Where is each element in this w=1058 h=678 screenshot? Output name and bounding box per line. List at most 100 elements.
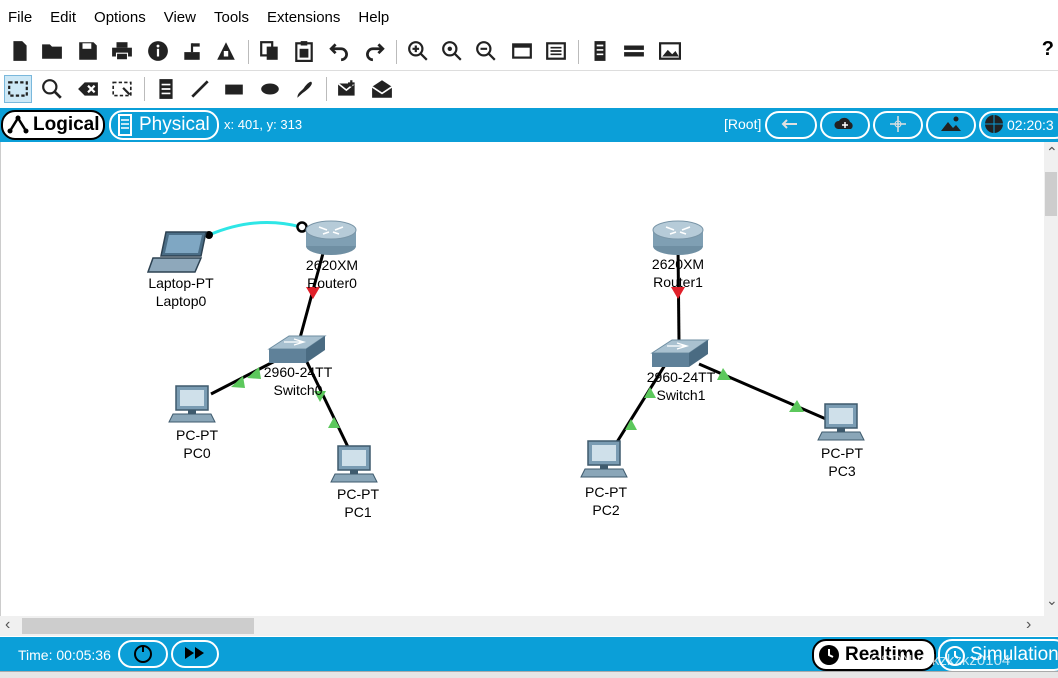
device-name: PC0 [183,445,211,461]
pc-icon[interactable] [168,385,216,423]
draw-line-icon[interactable] [186,75,214,103]
link-light-up [789,400,804,412]
vertical-scrollbar[interactable]: ⌃ ⌄ [1044,142,1058,616]
cloud-add-icon [833,114,857,137]
resize-shape-icon[interactable] [108,75,136,103]
tab-physical[interactable]: Physical [109,110,219,140]
menu-bar: File Edit Options View Tools Extensions … [0,0,1058,34]
pc-icon[interactable] [817,403,865,441]
zoom-in-icon[interactable] [404,37,432,65]
help-button[interactable]: ? [1042,38,1054,61]
new-file-icon[interactable] [6,37,34,65]
place-note-icon[interactable] [152,75,180,103]
device-model: 2960-24TT [646,369,716,385]
topology-diagram [146,220,865,483]
device-label-router1: 2620XM Router1 [652,255,704,291]
tab-logical[interactable]: Logical [1,110,105,140]
device-name: Laptop0 [155,293,207,309]
pc-icon[interactable] [580,440,628,478]
redo-icon[interactable] [360,37,388,65]
menu-edit[interactable]: Edit [50,9,76,26]
vertical-scroll-thumb[interactable] [1045,172,1057,216]
open-folder-icon[interactable] [38,37,66,65]
logical-workspace-canvas[interactable]: Laptop-PT Laptop0 2620XM Router0 2960-24… [0,142,1044,616]
tab-logical-label: Logical [33,114,100,135]
device-name: Router1 [653,274,703,290]
fast-forward-icon [184,646,206,663]
copy-icon[interactable] [256,37,284,65]
menu-tools[interactable]: Tools [214,9,249,26]
physical-workspace-icon [117,114,133,136]
router-icon[interactable] [652,220,704,255]
device-model: 2620XM [305,257,359,273]
pc-icon[interactable] [330,445,378,483]
menu-file[interactable]: File [8,9,32,26]
physical-view-image-icon[interactable] [656,37,684,65]
print-icon[interactable] [108,37,136,65]
power-cycle-icon [132,642,154,667]
horizontal-scrollbar[interactable]: ‹ › [0,616,1044,636]
select-icon[interactable] [4,75,32,103]
device-name: Switch1 [656,387,706,403]
realtime-clock-icon [818,644,840,666]
move-object-button[interactable] [873,111,923,139]
device-model: 2620XM [651,256,705,272]
scroll-down-icon[interactable]: ⌄ [1046,592,1058,609]
simulation-time: Time: 00:05:36 [18,647,111,663]
activity-wizard-icon[interactable] [212,37,240,65]
device-model: PC-PT [176,427,218,443]
workspace-mode-bar: Logical Physical x: 401, y: 313 [Root] 0… [0,108,1058,142]
device-template-icon[interactable] [620,37,648,65]
custom-device-dialog-icon[interactable] [542,37,570,65]
device-label-switch0: 2960-24TT Switch0 [264,363,332,399]
add-complex-pdu-icon[interactable] [368,75,396,103]
undo-icon[interactable] [326,37,354,65]
cluster-icon[interactable] [586,37,614,65]
delete-icon[interactable] [74,75,102,103]
console-cable[interactable] [208,221,302,237]
laptop-icon[interactable] [146,231,207,273]
link-switch1-pc3[interactable] [698,362,827,421]
menu-view[interactable]: View [164,9,196,26]
save-icon[interactable] [74,37,102,65]
menu-help[interactable]: Help [358,9,389,26]
device-model: 2960-24TT [263,364,333,380]
scroll-right-icon[interactable]: › [1026,616,1031,634]
set-background-button[interactable] [926,111,976,139]
device-label-laptop0: Laptop-PT Laptop0 [148,274,213,310]
device-label-router0: 2620XM Router0 [306,256,358,292]
add-simple-pdu-icon[interactable] [334,75,362,103]
network-info-icon[interactable] [178,37,206,65]
fast-forward-button[interactable] [171,640,219,668]
zoom-reset-icon[interactable] [438,37,466,65]
scroll-up-icon[interactable]: ⌃ [1046,144,1058,161]
root-breadcrumb[interactable]: [Root] [724,116,761,132]
info-icon[interactable] [144,37,172,65]
toolbar-separator [248,40,249,64]
cable-endpoint [296,221,308,233]
paste-icon[interactable] [290,37,318,65]
new-cluster-button[interactable] [820,111,870,139]
zoom-out-icon[interactable] [472,37,500,65]
router-icon[interactable] [305,220,357,255]
device-name: Router0 [307,275,357,291]
back-button[interactable] [765,111,817,139]
drawing-palette-icon[interactable] [508,37,536,65]
power-cycle-button[interactable] [118,640,168,668]
move-arrows-icon [888,114,908,137]
main-toolbar: ? [0,34,1058,68]
link-light-up [328,417,340,428]
device-panel-edge [0,671,1058,678]
scroll-left-icon[interactable]: ‹ [5,616,10,634]
draw-rectangle-icon[interactable] [220,75,248,103]
horizontal-scroll-thumb[interactable] [22,618,254,634]
device-name: Switch0 [273,382,323,398]
toolbar-separator [396,40,397,64]
freeform-icon[interactable] [290,75,318,103]
switch-icon[interactable] [267,335,327,363]
menu-options[interactable]: Options [94,9,146,26]
menu-extensions[interactable]: Extensions [267,9,340,26]
device-label-pc1: PC-PT PC1 [337,485,379,521]
inspect-icon[interactable] [38,75,66,103]
draw-ellipse-icon[interactable] [256,75,284,103]
